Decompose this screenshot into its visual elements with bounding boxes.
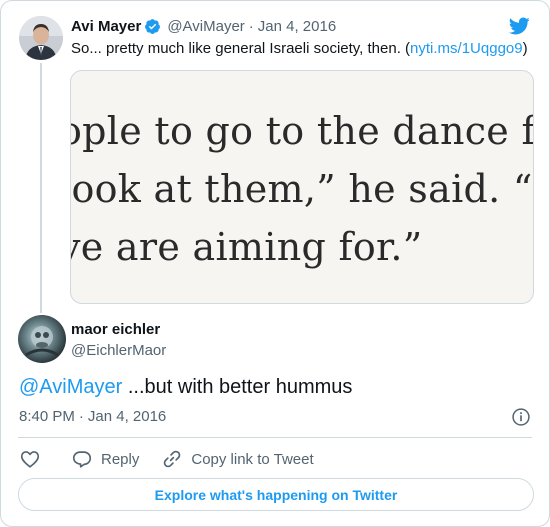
author-handle[interactable]: @AviMayer: [167, 18, 244, 35]
tweet-date[interactable]: Jan 4, 2016: [258, 18, 336, 35]
tweet-timestamp[interactable]: 8:40 PM · Jan 4, 2016: [19, 408, 166, 425]
copy-link-label: Copy link to Tweet: [191, 450, 314, 468]
image-text-line: look at them,” he said. “Th: [71, 167, 533, 211]
tweet-time: 8:40 PM: [19, 408, 75, 425]
verified-badge-icon: [145, 18, 161, 34]
mention-link[interactable]: @AviMayer: [19, 376, 122, 398]
image-text-line: ople to go to the dance floor: [71, 109, 533, 153]
reply-label: Reply: [101, 450, 140, 468]
separator-dot: ·: [78, 408, 84, 425]
reply-author-handle[interactable]: @EichlerMaor: [71, 342, 166, 359]
avatar-avi-mayer[interactable]: [19, 16, 63, 60]
like-button[interactable]: [19, 448, 41, 470]
reply-button[interactable]: Reply: [71, 448, 139, 470]
thread-connector-line: [40, 63, 42, 313]
copy-link-button[interactable]: Copy link to Tweet: [161, 448, 314, 470]
link-icon: [164, 450, 181, 468]
twitter-bird-icon[interactable]: [507, 15, 531, 37]
parent-tweet-text: So... pretty much like general Israeli s…: [71, 40, 528, 57]
tweet-image[interactable]: ople to go to the dance floor look at th…: [70, 70, 534, 304]
embedded-tweet-card: Avi Mayer @AviMayer · Jan 4, 2016 So... …: [0, 0, 550, 527]
tweet-actions: Reply Copy link to Tweet: [19, 447, 314, 471]
reply-icon: [72, 451, 92, 468]
tweet-date: Jan 4, 2016: [87, 408, 167, 425]
reply-tweet-text: @AviMayer ...but with better hummus: [19, 376, 353, 398]
avatar-maor-eichler[interactable]: [18, 315, 66, 363]
explore-twitter-button[interactable]: Explore what's happening on Twitter: [18, 478, 534, 511]
divider: [18, 437, 532, 438]
reply-author-name[interactable]: maor eichler: [71, 321, 160, 338]
heart-icon: [20, 451, 40, 468]
author-name[interactable]: Avi Mayer: [71, 18, 141, 35]
parent-tweet-header: Avi Mayer @AviMayer · Jan 4, 2016: [71, 15, 336, 37]
separator-dot: ·: [248, 17, 254, 35]
article-link[interactable]: nyti.ms/1Uqggo9: [410, 40, 523, 57]
image-text-line: ve are aiming for.”: [70, 225, 423, 269]
info-icon[interactable]: [511, 407, 531, 427]
